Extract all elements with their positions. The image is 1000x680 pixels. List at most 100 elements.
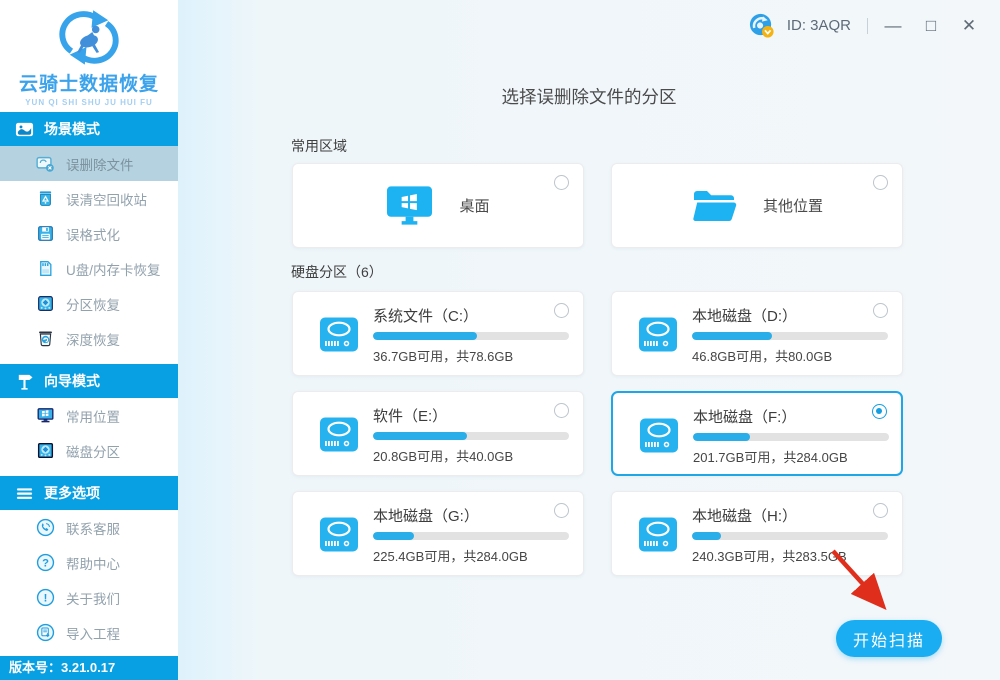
- sidebar-item-partition-recovery[interactable]: 分区恢复: [0, 286, 178, 321]
- usage-bar: [692, 332, 888, 340]
- location-card-other[interactable]: 其他位置: [611, 163, 903, 248]
- location-card-desktop[interactable]: 桌面: [292, 163, 584, 248]
- disk-partition-icon: [36, 441, 55, 460]
- usage-bar-fill: [373, 532, 415, 540]
- drive-radio[interactable]: [872, 404, 887, 419]
- logo-title: 云骑士数据恢复: [18, 74, 159, 95]
- drive-name: 软件（E:）: [373, 408, 448, 425]
- sidebar-item-label: 误删除文件: [66, 157, 134, 173]
- scene-mode-icon: [15, 120, 34, 139]
- recycle-bin-icon: [36, 189, 55, 208]
- sidebar-item-label: 常用位置: [66, 409, 120, 425]
- logo-mark-icon: [59, 10, 119, 65]
- sidebar-item-label: 关于我们: [66, 591, 120, 607]
- sidebar-item-disk-partitions[interactable]: 磁盘分区: [0, 433, 178, 468]
- drive-usage: 225.4GB可用，共284.0GB: [373, 549, 528, 564]
- usage-bar-fill: [693, 433, 750, 441]
- version-label: 版本号：3.21.0.17: [0, 656, 178, 680]
- drive-name: 本地磁盘（D:）: [692, 308, 798, 325]
- sidebar-item-deleted-files[interactable]: 误删除文件: [0, 146, 178, 181]
- app-window: 云骑士数据恢复 YUN QI SHI SHU JU HUI FU 场景模式 误删…: [0, 0, 1000, 680]
- monitor-icon: [36, 406, 55, 425]
- format-icon: [36, 224, 55, 243]
- sidebar-gap: [0, 468, 178, 476]
- sidebar-item-formatted[interactable]: 误格式化: [0, 216, 178, 251]
- sidebar-item-label: 误清空回收站: [66, 192, 147, 208]
- sidebar-item-help-center[interactable]: ? 帮助中心: [0, 545, 178, 580]
- page-title: 选择误删除文件的分区: [501, 87, 677, 107]
- sidebar-item-label: 导入工程: [66, 626, 120, 642]
- sidebar-item-label: 磁盘分区: [66, 444, 120, 460]
- account-logo-icon[interactable]: [748, 12, 775, 39]
- usage-bar: [693, 433, 889, 441]
- partition-icon: [36, 294, 55, 313]
- drive-card-e[interactable]: 软件（E:） 20.8GB可用，共40.0GB: [292, 391, 584, 476]
- sidebar: 云骑士数据恢复 YUN QI SHI SHU JU HUI FU 场景模式 误删…: [0, 0, 178, 680]
- desktop-radio[interactable]: [554, 175, 569, 190]
- common-area-label: 常用区域: [291, 138, 347, 154]
- section-header-more-options: 更多选项: [0, 476, 178, 510]
- drive-icon: [320, 317, 358, 352]
- desktop-icon: [387, 185, 433, 225]
- logo-subtitle: YUN QI SHI SHU JU HUI FU: [25, 98, 153, 107]
- start-scan-button[interactable]: 开始扫描: [836, 620, 942, 657]
- usage-bar-fill: [373, 432, 468, 440]
- contact-support-icon: [36, 518, 55, 537]
- drive-radio[interactable]: [554, 503, 569, 518]
- drive-card-h[interactable]: 本地磁盘（H:） 240.3GB可用，共283.5GB: [611, 491, 903, 576]
- sidebar-item-about-us[interactable]: ! 关于我们: [0, 580, 178, 615]
- drive-name: 系统文件（C:）: [373, 308, 479, 325]
- drive-name: 本地磁盘（F:）: [693, 409, 797, 426]
- user-id-label: ID: 3AQR: [786, 17, 851, 34]
- drive-card-f[interactable]: 本地磁盘（F:） 201.7GB可用，共284.0GB: [611, 391, 903, 476]
- other-location-radio[interactable]: [873, 175, 888, 190]
- drive-usage: 201.7GB可用，共284.0GB: [693, 450, 848, 465]
- drive-icon: [639, 517, 677, 552]
- drive-radio[interactable]: [554, 403, 569, 418]
- section-label: 更多选项: [44, 485, 100, 501]
- drive-radio[interactable]: [873, 503, 888, 518]
- wizard-mode-icon: [15, 372, 34, 391]
- drive-radio[interactable]: [554, 303, 569, 318]
- drive-usage: 20.8GB可用，共40.0GB: [373, 449, 514, 464]
- maximize-button[interactable]: □: [918, 13, 944, 39]
- location-card-label: 桌面: [459, 198, 490, 215]
- partitions-label: 硬盘分区（6）: [291, 264, 383, 280]
- drive-icon: [640, 418, 678, 453]
- sidebar-item-deep-recovery[interactable]: 深度恢复: [0, 321, 178, 356]
- more-options-icon: [15, 484, 34, 503]
- deleted-file-icon: [36, 154, 55, 173]
- titlebar: ID: 3AQR — □ ✕: [748, 12, 982, 39]
- drive-radio[interactable]: [873, 303, 888, 318]
- drive-usage: 36.7GB可用，共78.6GB: [373, 349, 514, 364]
- titlebar-divider: [867, 17, 868, 34]
- usage-bar: [373, 532, 569, 540]
- main-panel: ID: 3AQR — □ ✕ 选择误删除文件的分区 常用区域 桌面 其他位置 硬…: [178, 0, 1000, 680]
- sidebar-item-import-project[interactable]: 导入工程: [0, 615, 178, 650]
- section-header-wizard-mode: 向导模式: [0, 364, 178, 398]
- app-logo: 云骑士数据恢复 YUN QI SHI SHU JU HUI FU: [0, 0, 178, 112]
- section-header-scene-mode: 场景模式: [0, 112, 178, 146]
- drive-icon: [639, 317, 677, 352]
- svg-text:!: !: [44, 592, 48, 604]
- drive-card-g[interactable]: 本地磁盘（G:） 225.4GB可用，共284.0GB: [292, 491, 584, 576]
- drive-icon: [320, 517, 358, 552]
- sidebar-item-contact-support[interactable]: 联系客服: [0, 510, 178, 545]
- sidebar-item-usb-sdcard-recovery[interactable]: U盘/内存卡恢复: [0, 251, 178, 286]
- deep-recovery-icon: [36, 329, 55, 348]
- sidebar-item-label: 联系客服: [66, 521, 120, 537]
- usage-bar-fill: [692, 532, 722, 540]
- sidebar-item-common-locations[interactable]: 常用位置: [0, 398, 178, 433]
- sidebar-item-emptied-recycle-bin[interactable]: 误清空回收站: [0, 181, 178, 216]
- close-button[interactable]: ✕: [956, 13, 982, 39]
- drive-card-d[interactable]: 本地磁盘（D:） 46.8GB可用，共80.0GB: [611, 291, 903, 376]
- location-card-label: 其他位置: [762, 198, 823, 215]
- minimize-button[interactable]: —: [880, 13, 906, 39]
- drive-name: 本地磁盘（H:）: [692, 508, 798, 525]
- about-us-icon: !: [36, 588, 55, 607]
- section-label: 场景模式: [44, 121, 100, 137]
- drive-usage: 46.8GB可用，共80.0GB: [692, 349, 833, 364]
- drive-card-c[interactable]: 系统文件（C:） 36.7GB可用，共78.6GB: [292, 291, 584, 376]
- usage-bar-fill: [692, 332, 773, 340]
- sidebar-item-label: U盘/内存卡恢复: [66, 262, 161, 278]
